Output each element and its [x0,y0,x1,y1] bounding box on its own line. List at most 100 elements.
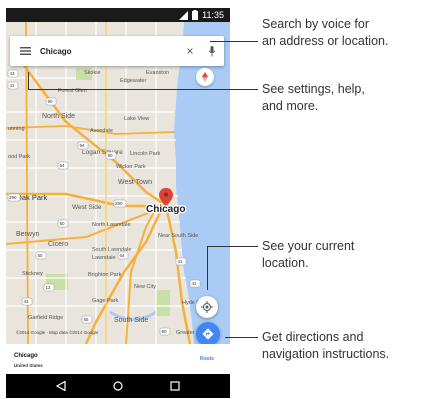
road-shield: 55 [81,315,93,324]
city-label: Chicago [146,204,185,215]
map-view[interactable]: Lake View North Side Avondale Lincoln Pa… [6,22,230,344]
svg-text:50: 50 [60,221,66,226]
road-shield: 90 [45,97,57,106]
road-shield: 41 [7,81,19,90]
callout-line [210,41,258,42]
microphone-icon [209,45,215,56]
map-label: ood Park [8,154,30,160]
svg-text:50: 50 [38,253,44,258]
callout-line [28,72,29,89]
map-label: North Side [42,113,75,120]
map-label: Stickney [22,271,43,277]
menu-icon [19,47,31,55]
svg-text:55: 55 [84,317,90,322]
svg-text:90: 90 [162,329,168,334]
callout-text: See your current [262,239,355,253]
map-label: Berwyn [16,231,39,238]
road-shield: 43 [21,297,33,306]
navigation-bar [6,374,230,398]
callout-line [225,337,258,338]
callout-settings: See settings, help, and more. [262,81,365,115]
callout-text: navigation instructions. [262,347,390,361]
route-button[interactable]: Route [200,356,214,362]
road-shield: 94 [77,141,89,150]
map-label: Oak Park [16,193,48,202]
road-shield: 43 [7,69,19,78]
callout-voice-search: Search by voice for an address or locati… [262,16,388,50]
map-label: West Side [72,204,102,211]
map-label: South Side [114,317,148,324]
compass-button[interactable] [196,68,214,86]
map-label: Lincoln Park [130,151,161,157]
compass-icon [202,72,208,82]
recents-icon [170,381,180,391]
callout-line [28,89,258,90]
svg-text:64: 64 [60,163,66,168]
park [156,290,170,316]
clock: 11:35 [202,10,224,20]
callout-text: See settings, help, [262,82,365,96]
place-card[interactable]: Chicago United States Route [6,344,230,374]
my-location-button[interactable] [196,296,218,318]
close-icon[interactable]: × [180,44,200,58]
callout-directions: Get directions and navigation instructio… [262,329,389,363]
callout-text: Search by voice for [262,17,369,31]
svg-text:94: 94 [80,143,86,148]
home-button[interactable] [111,379,125,393]
callout-line [207,246,208,290]
map-copyright: ©2014 Google · Map data ©2014 Google [16,330,99,335]
battery-icon [192,10,199,20]
svg-text:41: 41 [10,83,16,88]
directions-icon [202,328,214,340]
map-label: North Lawndale [92,222,131,228]
search-bar[interactable]: Chicago × [10,36,224,66]
road-shield: 64 [117,251,129,260]
map-label: Wicker Park [116,164,146,170]
status-bar: 11:35 [6,8,230,22]
svg-text:290: 290 [9,195,17,200]
map-label: Edgewater [120,78,146,84]
callout-text: an address or location. [262,34,389,48]
search-query[interactable]: Chicago [40,47,180,56]
recents-button[interactable] [168,379,182,393]
road-shield: 64 [57,161,69,170]
map-label: Avondale [90,128,113,134]
back-icon [56,381,66,391]
signal-icon [179,10,189,20]
map-label: Evanston [146,70,169,76]
home-icon [113,381,123,391]
map-label: Brighton Park [88,272,122,278]
callout-text: Get directions and [262,330,364,344]
phone-screen: 11:35 Lake View North Side Avondale Linc… [6,8,230,398]
place-name: Chicago [14,353,38,359]
my-location-icon [201,301,213,313]
road-shield: 50 [57,219,69,228]
svg-text:41: 41 [178,259,184,264]
svg-text:41: 41 [192,281,198,286]
map-label: Garfield Ridge [28,315,63,321]
menu-button[interactable] [10,36,40,66]
directions-button[interactable] [196,322,220,346]
svg-text:43: 43 [10,71,16,76]
status-icons: 11:35 [179,9,224,21]
road-shield: 41 [189,279,201,288]
map-label: Lake View [124,116,149,122]
svg-text:90: 90 [108,153,114,158]
map-label: Cicero [48,241,68,248]
callout-location: See your current location. [262,238,354,272]
map-label: Gage Park [92,298,119,304]
map-label: Skokie [84,70,101,76]
callout-text: and more. [262,99,319,113]
svg-text:290: 290 [115,201,123,206]
road-shield: 90 [159,327,171,336]
svg-text:90: 90 [48,99,54,104]
svg-text:12: 12 [46,285,52,290]
road-shield: 290 [7,193,21,202]
map-label: Near South Side [158,233,198,239]
callout-line [207,246,258,247]
map-label: unning [8,126,25,132]
svg-text:64: 64 [120,253,126,258]
back-button[interactable] [54,379,68,393]
map-label: Logan Square [82,149,123,156]
map-label: New City [134,284,156,290]
